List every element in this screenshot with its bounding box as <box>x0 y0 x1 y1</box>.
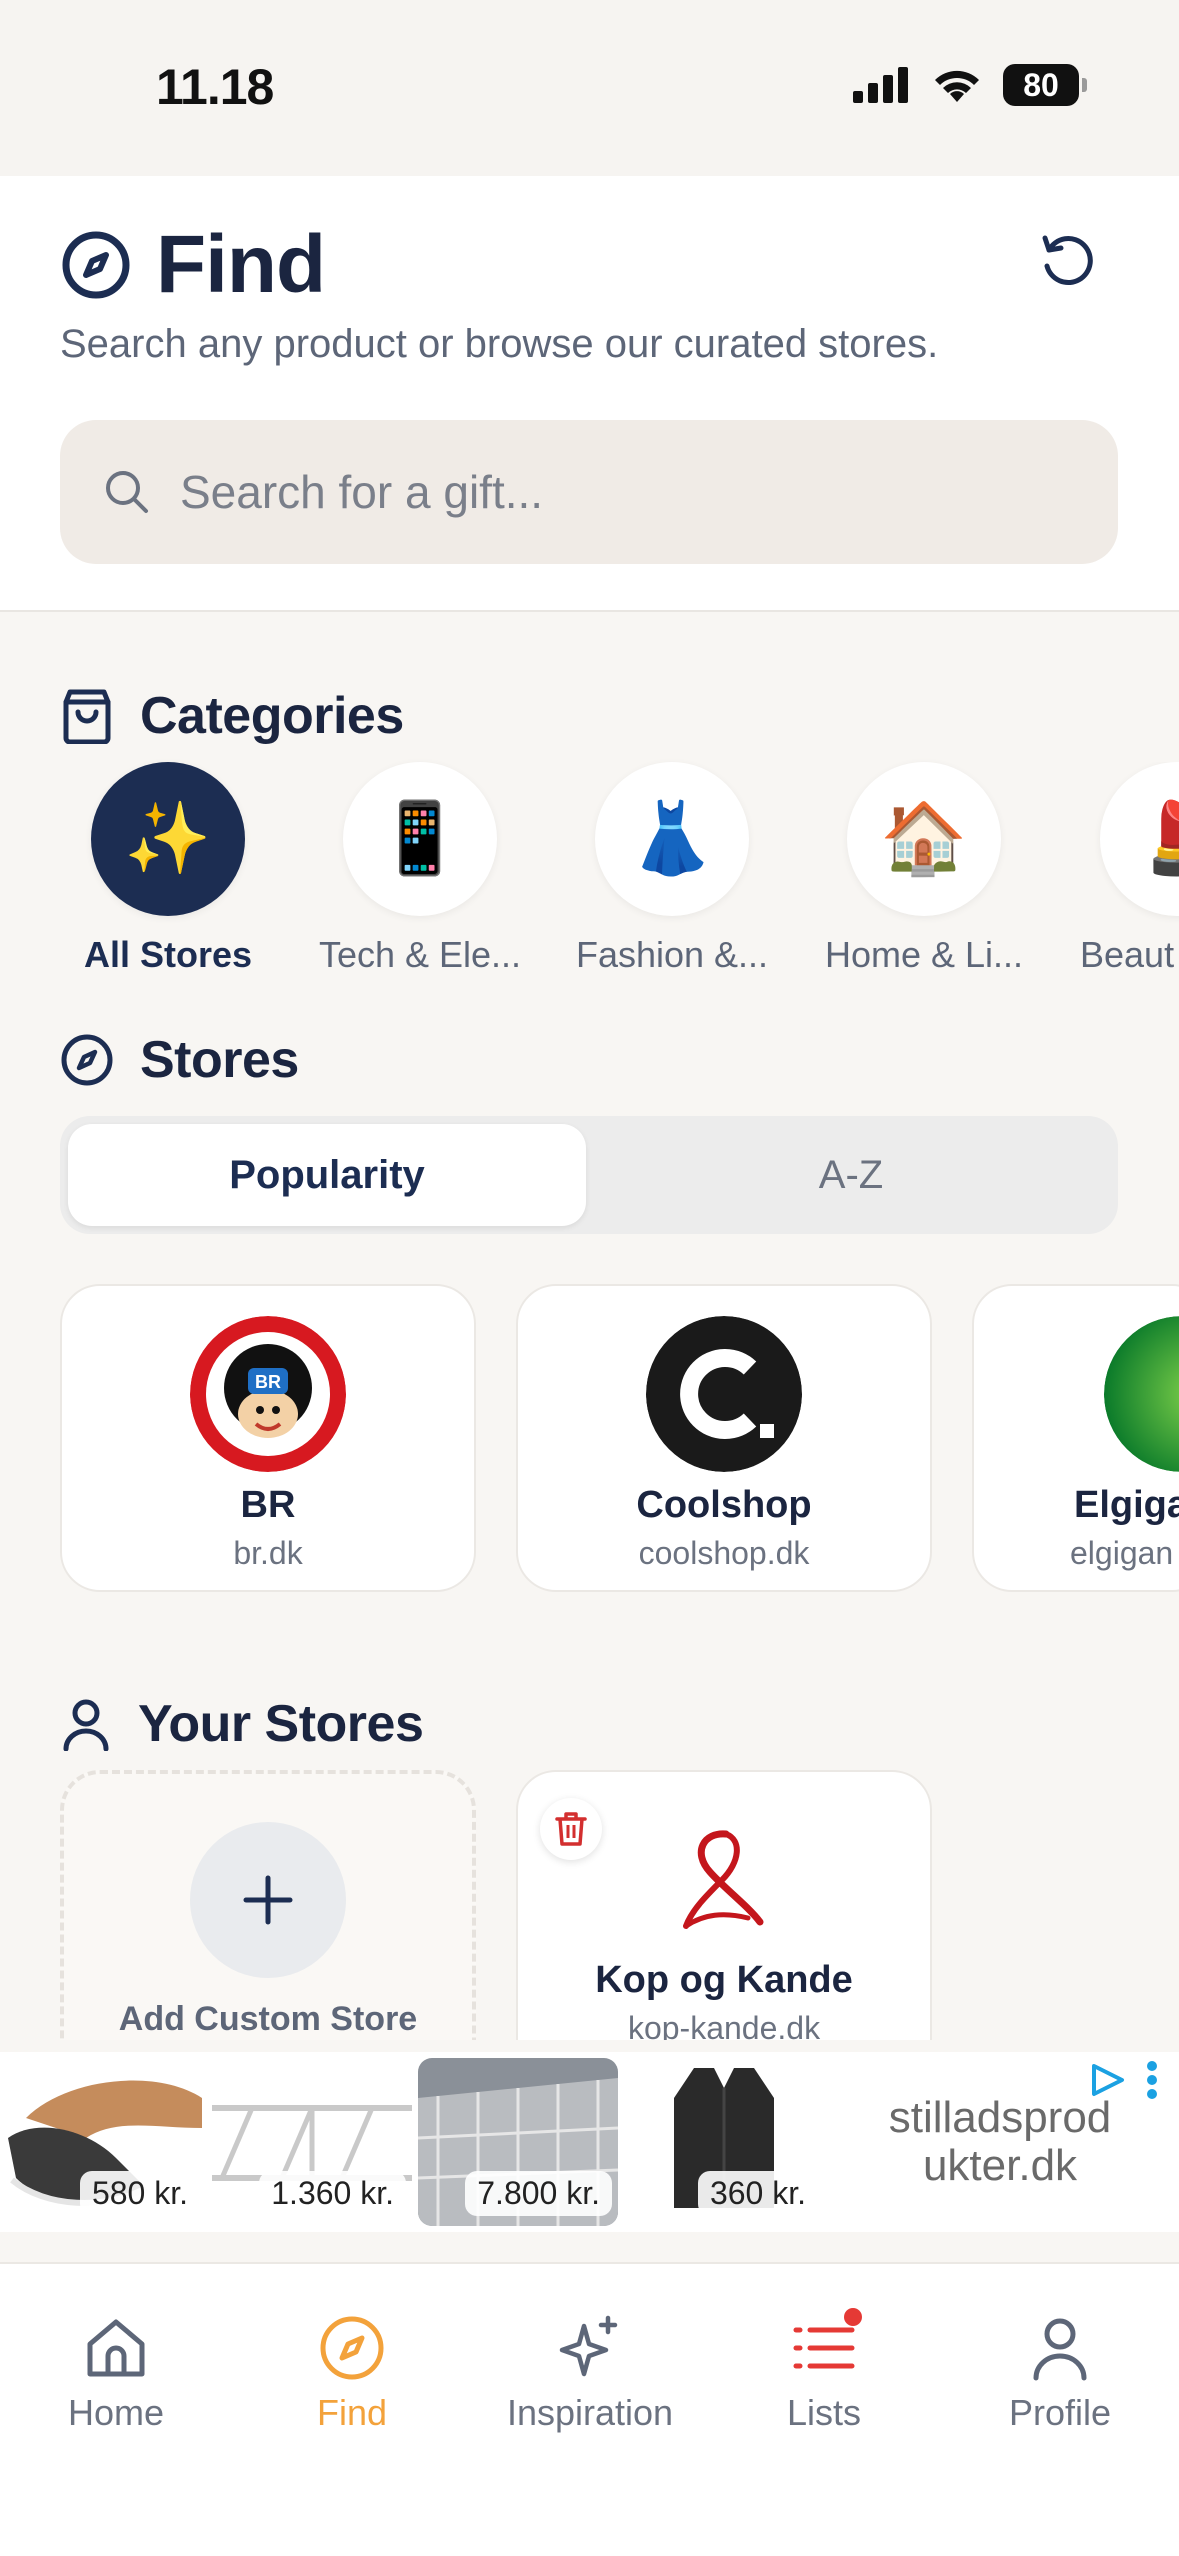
store-url: coolshop.dk <box>638 1535 810 1571</box>
status-bar: 11.18 80 <box>0 0 1179 176</box>
house-icon: 🏠 <box>847 762 1001 916</box>
ad-product-scaffold-tent[interactable]: 7.800 kr. <box>418 2058 618 2226</box>
header: Find Search any product or browse our cu… <box>0 176 1179 612</box>
store-name: Kop og Kande <box>595 1959 853 2001</box>
store-card-br[interactable]: BR BR br.dk <box>60 1284 476 1592</box>
sparkle-icon <box>559 2315 618 2377</box>
delete-store-button[interactable] <box>540 1798 602 1860</box>
store-name: Elgiga <box>1074 1484 1179 1526</box>
ad-product-scaffold-frame[interactable]: 1.360 kr. <box>212 2058 412 2226</box>
category-label: Beaut <box>1080 934 1175 975</box>
tab-label: Find <box>316 2392 388 2433</box>
category-label: Home & Li... <box>824 934 1024 975</box>
home-icon <box>87 2319 145 2377</box>
categories-row: ✨ All Stores 📱 Tech & Ele... 👗 Fashion &… <box>0 762 1179 992</box>
category-fashion[interactable]: 👗 Fashion &... <box>546 762 798 976</box>
categories-heading: Categories <box>60 686 404 746</box>
category-label: Fashion &... <box>575 934 769 975</box>
plus-icon <box>243 1875 293 1925</box>
trash-icon <box>555 1812 587 1846</box>
store-card-kop-og-kande[interactable]: Kop og Kande kop-kande.dk <box>516 1770 932 2040</box>
sort-az-button[interactable]: A-Z <box>592 1124 1110 1226</box>
tab-label: Inspiration <box>506 2392 674 2433</box>
tab-label: Profile <box>1008 2392 1112 2433</box>
search-placeholder: Search for a gift... <box>180 466 544 518</box>
category-label: All Stores <box>83 934 253 975</box>
ad-price: 1.360 kr. <box>259 2171 406 2216</box>
ad-price: 360 kr. <box>697 2171 818 2216</box>
tab-inspiration[interactable]: Inspiration <box>490 2312 690 2434</box>
your-stores-title: Your Stores <box>138 1695 424 1753</box>
svg-text:BR: BR <box>255 1372 281 1392</box>
refresh-icon[interactable] <box>1035 226 1099 290</box>
page-title: Find <box>156 219 326 310</box>
store-name: BR <box>240 1484 296 1526</box>
compass-icon <box>320 2316 384 2380</box>
ad-banner[interactable]: 580 kr. 1.360 kr. 7.800 kr. 360 kr. stil… <box>0 2052 1179 2232</box>
sort-popularity-button[interactable]: Popularity <box>68 1124 586 1226</box>
your-stores-row: Add Custom Store Kop og Kande kop-kande.… <box>0 1770 1179 2040</box>
tab-profile[interactable]: Profile <box>960 2312 1160 2434</box>
coolshop-logo <box>646 1316 802 1472</box>
category-home[interactable]: 🏠 Home & Li... <box>798 762 1050 976</box>
wifi-icon <box>935 70 979 102</box>
tab-label: Home <box>67 2392 165 2433</box>
status-time: 11.18 <box>156 59 274 115</box>
store-card-coolshop[interactable]: Coolshop coolshop.dk <box>516 1284 932 1592</box>
tab-label: Lists <box>786 2392 862 2433</box>
shopping-bag-icon <box>63 689 111 744</box>
stores-heading: Stores <box>60 1030 299 1090</box>
add-button[interactable] <box>190 1822 346 1978</box>
tab-find[interactable]: Find <box>252 2312 452 2434</box>
category-label: Tech & Ele... <box>318 934 522 975</box>
store-card-elgiganten[interactable]: Elgiga elgigan <box>972 1284 1179 1592</box>
tab-bar: Home Find Inspiration Lists Profile <box>0 2262 1179 2556</box>
elgiganten-logo <box>1104 1316 1179 1472</box>
tab-home[interactable]: Home <box>16 2312 216 2434</box>
kop-og-kande-logo <box>683 1830 764 1929</box>
sparkles-icon: ✨ <box>91 762 245 916</box>
compass-icon <box>62 231 130 299</box>
store-name: Coolshop <box>636 1484 812 1526</box>
compass-icon <box>61 1034 113 1086</box>
add-custom-store-label: Add Custom Store <box>118 2000 418 2038</box>
your-stores-heading: Your Stores <box>60 1694 424 1754</box>
categories-title: Categories <box>140 687 404 745</box>
battery-icon: 80 <box>1003 64 1087 106</box>
ad-price: 580 kr. <box>79 2171 200 2216</box>
category-all-stores[interactable]: ✨ All Stores <box>42 762 294 976</box>
sort-segmented-control: Popularity A-Z <box>60 1116 1118 1234</box>
store-url: br.dk <box>233 1535 303 1571</box>
category-beauty[interactable]: 💄 Beaut <box>1050 762 1179 976</box>
ad-product-shoe[interactable]: 580 kr. <box>6 2058 206 2226</box>
search-icon <box>106 471 148 513</box>
ad-price: 7.800 kr. <box>465 2171 612 2216</box>
add-custom-store-card[interactable]: Add Custom Store <box>60 1770 476 2040</box>
notification-dot <box>844 2308 862 2326</box>
tab-lists[interactable]: Lists <box>724 2308 924 2434</box>
dress-icon: 👗 <box>595 762 749 916</box>
category-tech[interactable]: 📱 Tech & Ele... <box>294 762 546 976</box>
store-url: elgigan <box>1070 1535 1174 1571</box>
page-subtitle: Search any product or browse our curated… <box>60 322 939 366</box>
ad-brand-text: stilladsprod ukter.dk <box>888 2093 1112 2190</box>
br-logo: BR <box>190 1316 346 1472</box>
ad-product-vest[interactable]: 360 kr. <box>624 2058 824 2226</box>
search-input[interactable]: Search for a gift... <box>60 420 1118 564</box>
person-icon <box>1033 2318 1087 2381</box>
signal-icon <box>853 67 908 103</box>
title-row: Find <box>60 218 326 312</box>
person-icon <box>63 1699 109 1751</box>
stores-title: Stores <box>140 1031 299 1089</box>
status-icons: 80 <box>853 64 1087 106</box>
lipstick-icon: 💄 <box>1100 762 1179 916</box>
phone-icon: 📱 <box>343 762 497 916</box>
store-url: kop-kande.dk <box>627 2010 821 2040</box>
